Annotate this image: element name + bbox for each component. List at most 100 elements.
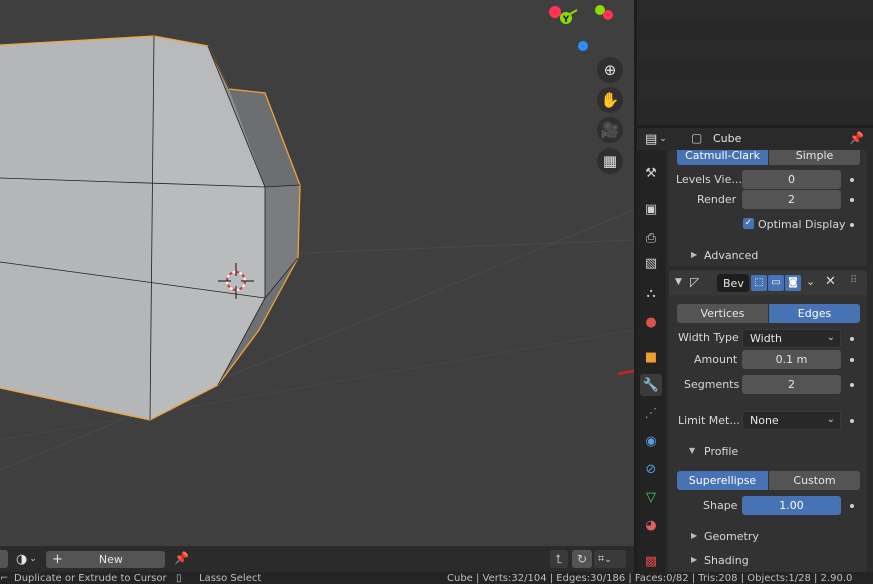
pan-hand-icon[interactable]: ✋: [597, 87, 623, 113]
segments-field[interactable]: 2: [742, 375, 841, 394]
animate-property-icon[interactable]: [850, 383, 854, 387]
optimal-display-checkbox[interactable]: ✓: [743, 218, 754, 229]
constraints-icon[interactable]: ⊘: [640, 458, 662, 480]
limit-method-value: None: [750, 414, 779, 427]
object-icon[interactable]: ■: [640, 346, 662, 368]
snap-target-dropdown[interactable]: ⌗⌄: [594, 550, 626, 568]
scene-icon[interactable]: ⛬: [640, 282, 662, 304]
shading-subpanel-label[interactable]: Shading: [704, 554, 749, 567]
view-layer-icon[interactable]: ▧: [640, 252, 662, 274]
render-toggle-icon[interactable]: ◙: [785, 275, 801, 291]
optimal-display-label: Optimal Display: [758, 218, 846, 231]
limit-method-dropdown[interactable]: None ⌄: [742, 411, 841, 430]
particles-icon[interactable]: ⋰: [640, 402, 662, 424]
snap-icon[interactable]: ↻: [572, 550, 592, 568]
physics-icon[interactable]: ◉: [640, 430, 662, 452]
left-click-hint: Duplicate or Extrude to Cursor: [14, 573, 167, 584]
outliner-row[interactable]: [637, 0, 873, 20]
width-type-label: Width Type: [678, 331, 739, 344]
pin-icon[interactable]: 📌: [849, 131, 864, 145]
zoom-icon[interactable]: ⊕: [597, 57, 623, 83]
texture-icon[interactable]: ▩: [640, 550, 662, 572]
annotation-arrow: [617, 369, 634, 376]
tool-icon[interactable]: ⚒: [640, 162, 662, 184]
edges-option[interactable]: Edges: [769, 304, 860, 323]
chevron-down-icon: ⌄: [659, 134, 667, 144]
outliner-row[interactable]: [637, 40, 873, 60]
object-name: Cube: [713, 132, 742, 145]
outliner-row[interactable]: [637, 80, 873, 100]
transform-pivot-icon[interactable]: ⮤: [550, 550, 568, 568]
perspective-grid-icon[interactable]: ▦: [597, 148, 623, 174]
browse-material-button[interactable]: ◑ ⌄: [16, 550, 46, 568]
outliner-row[interactable]: [637, 60, 873, 80]
data-icon[interactable]: ▽: [640, 486, 662, 508]
navigation-gizmo[interactable]: Y: [545, 0, 625, 58]
disclosure-triangle-icon[interactable]: ▶: [691, 555, 697, 564]
material-icon[interactable]: ◕: [640, 514, 662, 536]
material-sphere-icon: ◑: [16, 551, 28, 567]
geometry-subpanel-label[interactable]: Geometry: [704, 530, 759, 543]
levels-viewport-field[interactable]: 0: [742, 170, 841, 189]
segments-label: Segments: [684, 378, 740, 391]
chevron-down-icon: ⌄: [604, 555, 612, 565]
render-icon[interactable]: ▣: [640, 198, 662, 220]
properties-tabs: ⚒ ▣ ⎙ ▧ ⛬ ● ■ 🔧 ⋰ ◉ ⊘ ▽ ◕ ▩: [637, 150, 666, 584]
profile-subpanel-label[interactable]: Profile: [704, 445, 738, 458]
editor-type-button[interactable]: ▤ ⌄: [645, 130, 675, 148]
subdivision-mode-toggle[interactable]: Catmull-Clark Simple: [677, 150, 860, 165]
world-icon[interactable]: ●: [640, 311, 662, 333]
animate-property-icon[interactable]: [850, 198, 854, 202]
modifier-name-field[interactable]: Bev: [717, 274, 749, 292]
profile-type-toggle[interactable]: Superellipse Custom: [677, 471, 860, 490]
outliner-row[interactable]: [637, 100, 873, 120]
outliner[interactable]: [637, 0, 873, 125]
amount-field[interactable]: 0.1 m: [742, 350, 841, 369]
collapse-triangle-icon[interactable]: ▼: [689, 446, 695, 455]
vertices-option[interactable]: Vertices: [677, 304, 768, 323]
properties-editor-icon: ▤: [645, 131, 658, 147]
modifier-icon[interactable]: 🔧: [640, 374, 662, 396]
custom-option[interactable]: Custom: [769, 471, 860, 490]
object-data-icon: ▢: [691, 131, 703, 145]
shape-slider[interactable]: 1.00: [742, 496, 841, 515]
properties-header: ▤ ⌄ ▢ Cube 📌: [637, 128, 873, 150]
animate-property-icon[interactable]: [850, 337, 854, 341]
pin-icon[interactable]: 📌: [174, 551, 189, 565]
superellipse-option[interactable]: Superellipse: [677, 471, 768, 490]
simple-option[interactable]: Simple: [769, 150, 860, 165]
chevron-down-icon[interactable]: ⌄: [806, 275, 815, 288]
width-type-dropdown[interactable]: Width ⌄: [742, 329, 841, 348]
disclosure-triangle-icon[interactable]: ▶: [691, 531, 697, 540]
close-icon[interactable]: ✕: [825, 274, 836, 289]
mouse-hint-icon: ⌐: [0, 573, 9, 584]
bevel-modifier-icon: ◸: [690, 275, 700, 289]
bevel-affect-toggle[interactable]: Vertices Edges: [677, 304, 860, 323]
render-levels-field[interactable]: 2: [742, 190, 841, 209]
3d-viewport[interactable]: Y ⊕ ✋ 🎥 ▦: [0, 0, 634, 546]
drag-handle-icon[interactable]: ⠿: [850, 275, 857, 286]
collapse-triangle-icon[interactable]: ▼: [675, 277, 682, 287]
levels-viewport-label: Levels Vie...: [676, 173, 742, 186]
new-button[interactable]: + New: [46, 551, 165, 568]
outliner-row[interactable]: [637, 20, 873, 40]
plus-icon: +: [52, 552, 63, 567]
editor-toggle[interactable]: [0, 550, 8, 568]
camera-view-icon[interactable]: 🎥: [597, 117, 623, 143]
status-bar: ⌐ Duplicate or Extrude to Cursor ▯ Lasso…: [0, 572, 873, 584]
render-levels-label: Render: [697, 193, 737, 206]
viewport-display-toggle-icon[interactable]: ▭: [768, 275, 784, 291]
scene-statistics: Cube | Verts:32/104 | Edges:30/186 | Fac…: [447, 573, 853, 584]
animate-property-icon[interactable]: [850, 419, 854, 423]
animate-property-icon[interactable]: [850, 178, 854, 182]
animate-property-icon[interactable]: [850, 223, 854, 227]
animate-property-icon[interactable]: [850, 358, 854, 362]
advanced-subpanel-label[interactable]: Advanced: [704, 249, 758, 262]
catmull-clark-option[interactable]: Catmull-Clark: [677, 150, 768, 165]
scene-canvas: [0, 35, 634, 471]
output-icon[interactable]: ⎙: [640, 227, 662, 249]
disclosure-triangle-icon[interactable]: ▶: [691, 250, 697, 259]
new-button-label: New: [98, 553, 123, 566]
edit-mode-toggle-icon[interactable]: ⬚: [751, 275, 767, 291]
animate-property-icon[interactable]: [850, 504, 854, 508]
